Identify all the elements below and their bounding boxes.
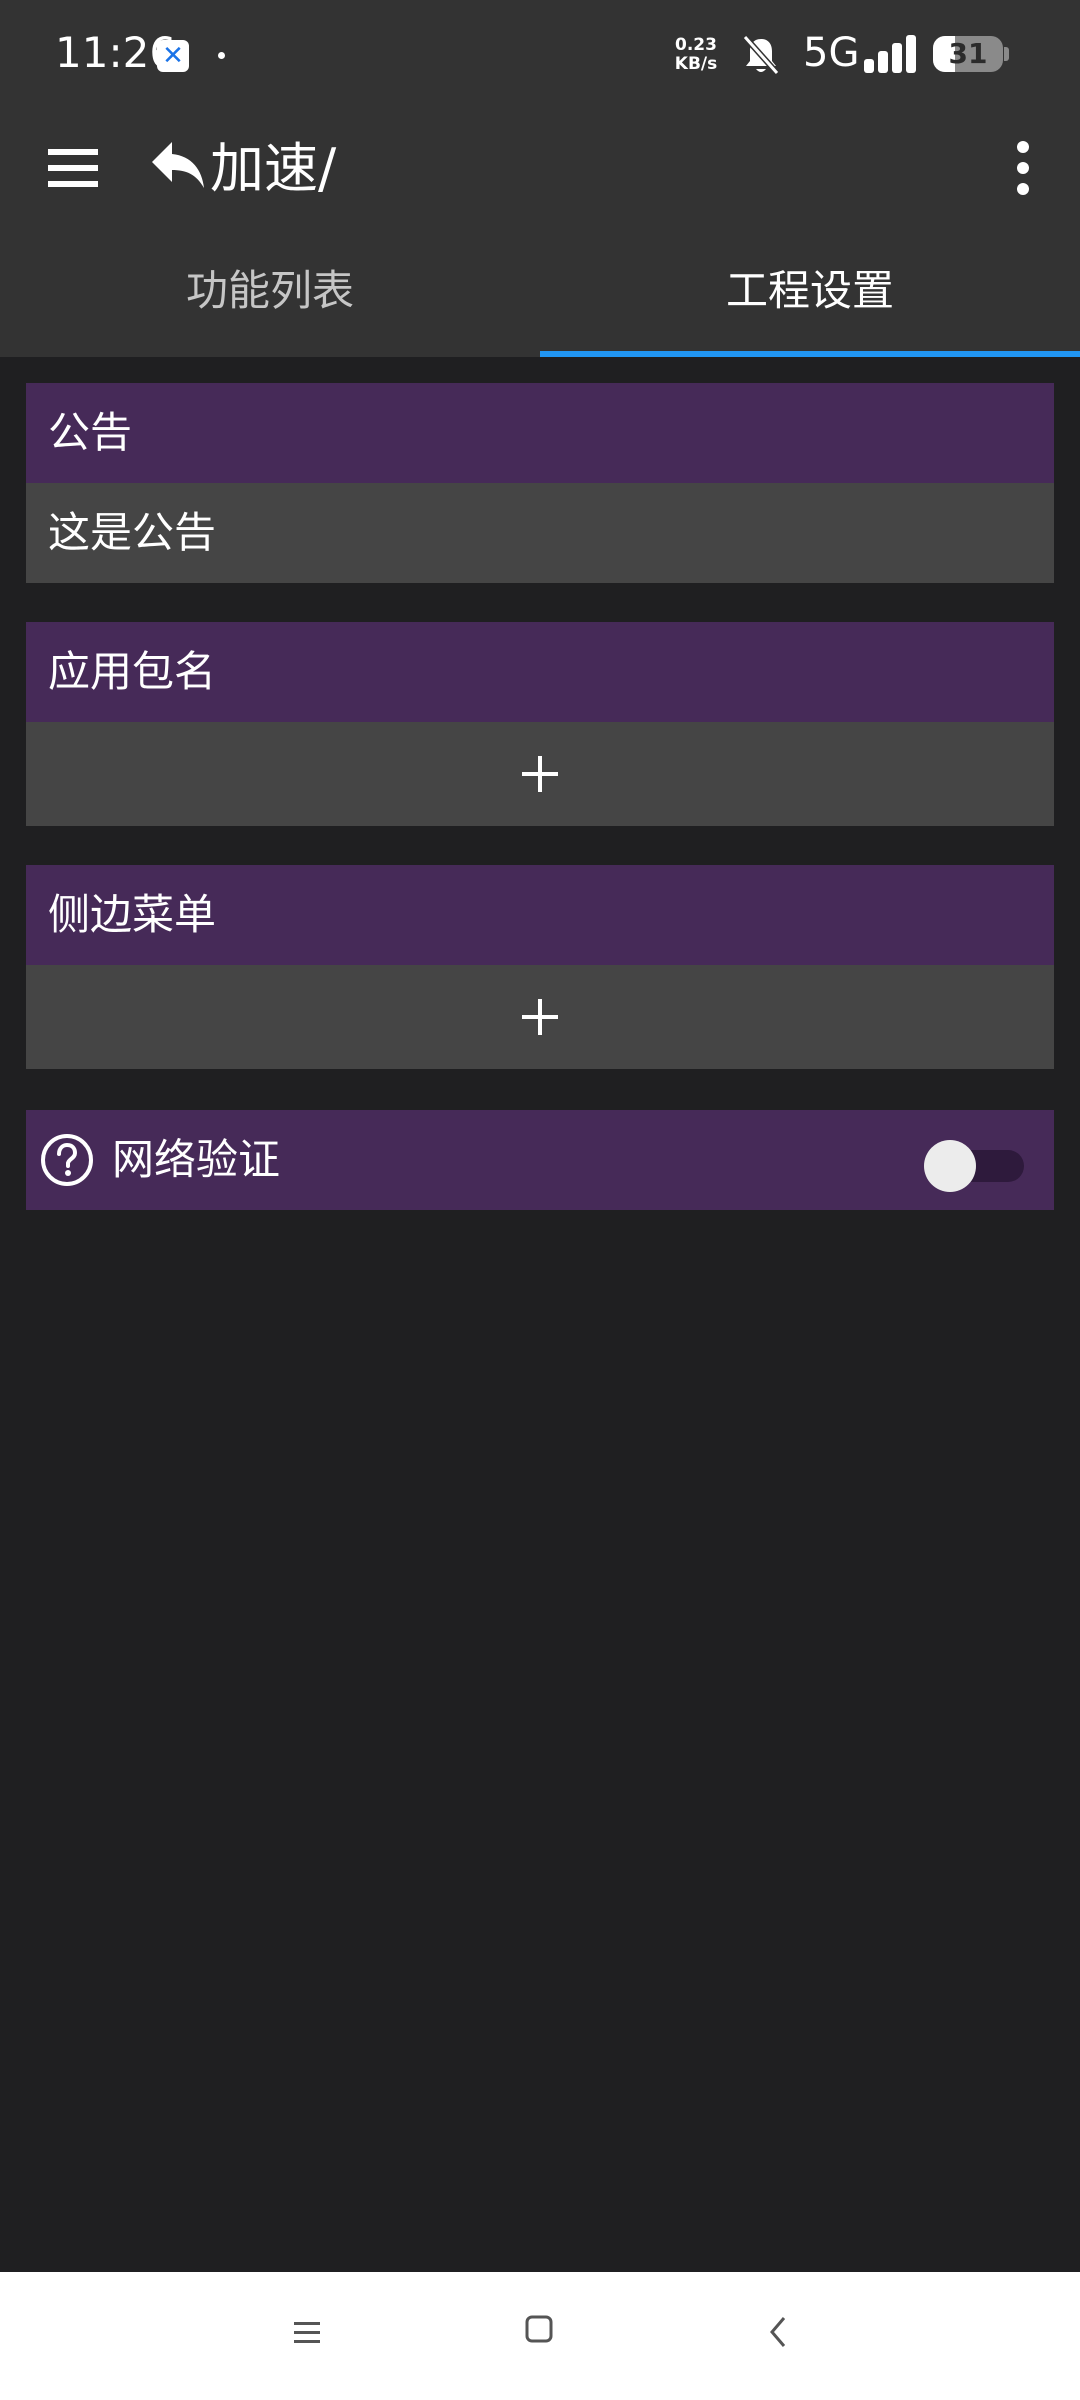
notice-title: 公告 [26,383,1054,483]
side-menu-card: 侧边菜单 [26,865,1054,1069]
system-nav-bar [0,2272,1080,2400]
notice-card: 公告 这是公告 [26,383,1054,583]
package-name-card: 应用包名 [26,622,1054,826]
signal-icon [864,35,916,73]
bell-off-icon [742,35,780,75]
x-app-icon: ✕ [157,40,189,72]
battery-level: 31 [948,37,988,70]
network-verify-toggle[interactable] [920,1140,1030,1192]
tab-function-list[interactable]: 功能列表 [0,235,540,357]
plus-icon [522,756,558,792]
app-bar: 加速/ [0,110,1080,235]
plus-icon [522,999,558,1035]
tab-project-settings[interactable]: 工程设置 [540,235,1080,357]
add-package-button[interactable] [26,722,1054,826]
back-icon[interactable] [764,2312,794,2352]
package-name-title: 应用包名 [26,622,1054,722]
network-speed-value: 0.23 [675,35,717,55]
home-icon[interactable] [524,2314,554,2344]
status-bar: 11:26 ✕ 0.23 KB/s 5G 31 [0,0,1080,110]
page-title: 加速/ [210,137,337,200]
network-speed-unit: KB/s [674,54,718,74]
battery-tip [1004,47,1009,61]
toggle-thumb [924,1140,976,1192]
notice-content[interactable]: 这是公告 [26,483,1054,583]
network-verify-label: 网络验证 [112,1135,281,1184]
help-circle-icon[interactable] [40,1133,94,1187]
tab-bar: 功能列表 工程设置 [0,235,1080,357]
add-side-menu-button[interactable] [26,965,1054,1069]
notification-dot [218,52,225,59]
side-menu-title: 侧边菜单 [26,865,1054,965]
hamburger-menu-icon[interactable] [40,135,106,201]
recent-apps-icon[interactable] [292,2312,322,2352]
battery-icon: 31 [933,36,1003,72]
network-speed: 0.23 KB/s [671,36,721,74]
tab-indicator [540,351,1080,357]
more-vert-icon[interactable] [1000,135,1046,201]
reply-arrow-icon[interactable] [148,130,208,200]
network-type: 5G [803,30,860,76]
network-verify-row: 网络验证 [26,1110,1054,1210]
